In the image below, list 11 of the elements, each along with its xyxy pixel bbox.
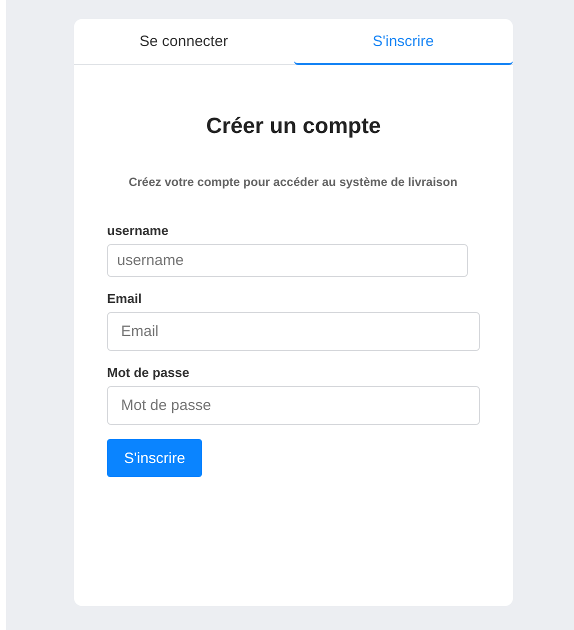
input-field[interactable]: Mot de passe xyxy=(107,386,480,425)
field-label: Email xyxy=(107,291,143,306)
form-subtitle: Créez votre compte pour accéder au système de livraison xyxy=(128,175,458,190)
input-field[interactable]: username xyxy=(107,244,468,277)
form-title: Créer un compte xyxy=(205,113,382,139)
tab[interactable]: S'inscrire xyxy=(294,19,513,65)
tab[interactable]: Se connecter xyxy=(74,19,294,65)
input-field[interactable]: Email xyxy=(107,312,480,351)
submit-button[interactable]: S'inscrire xyxy=(107,439,202,477)
field-label: Mot de passe xyxy=(107,365,190,380)
field-label: username xyxy=(107,223,170,238)
